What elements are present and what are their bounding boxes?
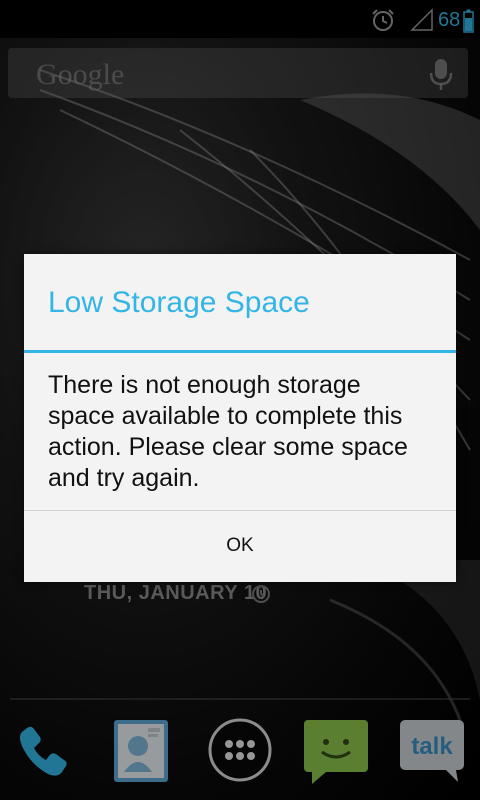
low-storage-dialog: Low Storage Space There is not enough st… (24, 254, 456, 582)
ok-button[interactable]: OK (24, 511, 456, 582)
dialog-title-divider (24, 350, 456, 353)
dialog-title: Low Storage Space (48, 286, 310, 319)
dialog-message: There is not enough storage space availa… (48, 371, 408, 492)
